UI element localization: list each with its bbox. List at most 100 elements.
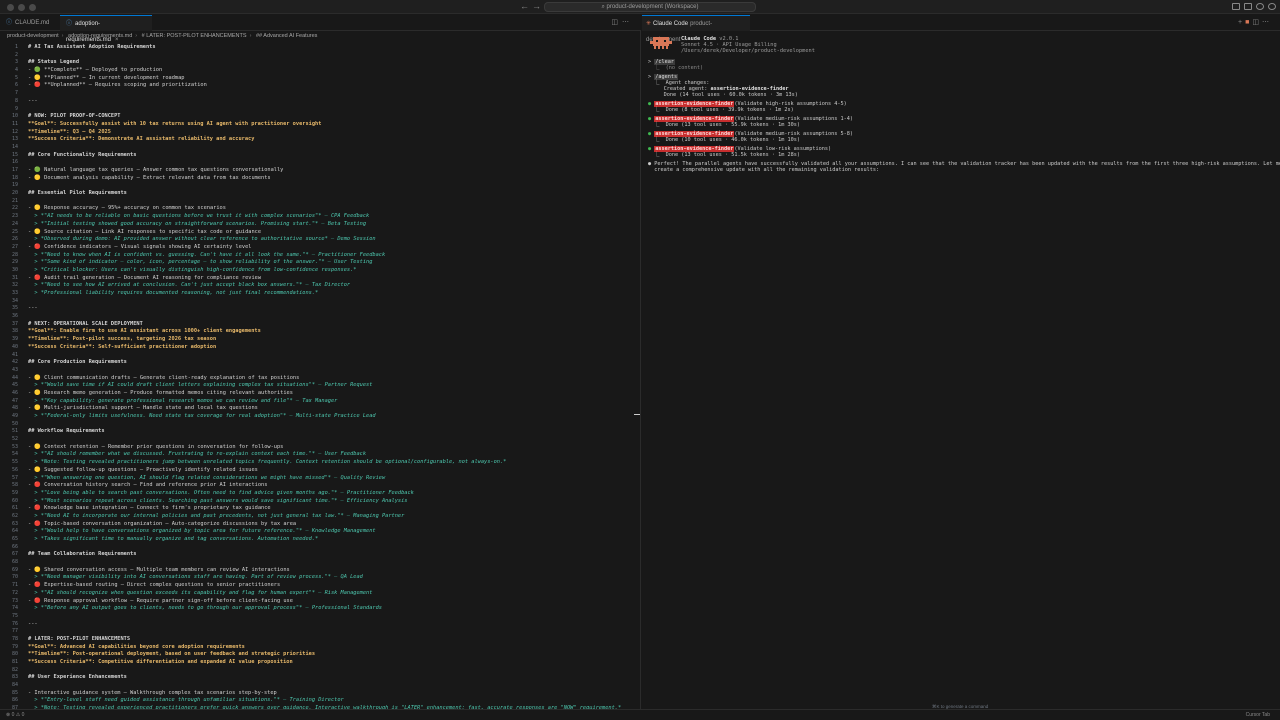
- editor-line[interactable]: 3 ## Status Legend: [0, 59, 641, 67]
- editor-line[interactable]: 7: [0, 90, 641, 98]
- breadcrumb-folder[interactable]: product-development: [7, 33, 59, 39]
- tab-claude-code[interactable]: ✳Claude Codeproduct-development×: [642, 15, 750, 43]
- breadcrumb-file[interactable]: adoption-requirements.md: [68, 33, 132, 39]
- editor-line[interactable]: 53 - 🟡 Context retention – Remember prior…: [0, 444, 641, 452]
- toggle-sidebar-icon[interactable]: [1244, 3, 1252, 10]
- scrollbar-marker[interactable]: [634, 414, 640, 415]
- editor-line[interactable]: 4 - 🟢 **Complete** – Deployed to producti…: [0, 67, 641, 75]
- editor-line[interactable]: 27 - 🔴 Confidence indicators – Visual sig…: [0, 244, 641, 252]
- editor-line[interactable]: 8 ---: [0, 98, 641, 106]
- editor-line[interactable]: 32 > *"Need to see how AI arrived at con…: [0, 282, 641, 290]
- editor-line[interactable]: 46 - 🟡 Research memo generation – Produce…: [0, 390, 641, 398]
- editor-line[interactable]: 71 - 🔴 Expertise-based routing – Direct c…: [0, 582, 641, 590]
- editor-line[interactable]: 75: [0, 613, 641, 621]
- editor-line[interactable]: 51 ## Workflow Requirements: [0, 428, 641, 436]
- editor-line[interactable]: 69 - 🟡 Shared conversation access – Multi…: [0, 567, 641, 575]
- editor-line[interactable]: 66: [0, 544, 641, 552]
- editor-line[interactable]: 12 **Timeline**: Q3 – Q4 2025: [0, 129, 641, 137]
- editor-line[interactable]: 28 > *"Need to know when AI is confident…: [0, 252, 641, 260]
- split-editor-icon[interactable]: ◫: [611, 19, 622, 26]
- editor-line[interactable]: 54 > *"AI should remember what we discus…: [0, 451, 641, 459]
- editor-line[interactable]: 6 - 🔴 **Unplanned** – Requires scoping an…: [0, 82, 641, 90]
- editor-line[interactable]: 22 - 🟡 Response accuracy – 95%+ accuracy …: [0, 205, 641, 213]
- editor-line[interactable]: 35 ---: [0, 305, 641, 313]
- editor-line[interactable]: 25 - 🟡 Source citation – Link AI response…: [0, 229, 641, 237]
- editor-line[interactable]: 45 > *"Would save time if AI could draft…: [0, 382, 641, 390]
- zoom-window-button[interactable]: [29, 4, 36, 11]
- editor-line[interactable]: 50: [0, 421, 641, 429]
- cursor-tab-status[interactable]: Cursor Tab: [1246, 710, 1270, 720]
- editor-line[interactable]: 24 > *"Initial testing showed good accur…: [0, 221, 641, 229]
- editor-line[interactable]: 56 - 🟡 Suggested follow-up questions – Pr…: [0, 467, 641, 475]
- more-actions-icon[interactable]: ⋯: [622, 19, 633, 26]
- forward-arrow-icon[interactable]: →: [532, 1, 541, 11]
- account-icon[interactable]: [1268, 3, 1276, 10]
- editor-line[interactable]: 40 **Success Criteria**: Self-sufficient …: [0, 344, 641, 352]
- editor-line[interactable]: 80 **Timeline**: Post-operational deploym…: [0, 651, 641, 659]
- editor-line[interactable]: 39 **Timeline**: Post-pilot success, targ…: [0, 336, 641, 344]
- editor-line[interactable]: 44 - 🟡 Client communication drafts – Gene…: [0, 375, 641, 383]
- settings-gear-icon[interactable]: [1256, 3, 1264, 10]
- editor-line[interactable]: 74 > *"Before any AI output goes to clie…: [0, 605, 641, 613]
- tab-adoption-requirements[interactable]: ⓘ adoption-requirements.md ×: [60, 15, 152, 43]
- editor-line[interactable]: 33 > *Professional liability requires do…: [0, 290, 641, 298]
- editor-line[interactable]: 36: [0, 313, 641, 321]
- editor-line[interactable]: 41: [0, 352, 641, 360]
- editor-line[interactable]: 72 > *"AI should recognize when question…: [0, 590, 641, 598]
- problems-indicator[interactable]: ⊗ 0 ⚠ 0: [6, 710, 24, 720]
- editor-line[interactable]: 37 # NEXT: OPERATIONAL SCALE DEPLOYMENT: [0, 321, 641, 329]
- editor-line[interactable]: 78 # LATER: POST-PILOT ENHANCEMENTS: [0, 636, 641, 644]
- editor-line[interactable]: 11 **Goal**: Successfully assist with 10 …: [0, 121, 641, 129]
- code-editor[interactable]: 1 # AI Tax Assistant Adoption Requirement…: [0, 44, 641, 713]
- back-arrow-icon[interactable]: ←: [520, 1, 529, 11]
- editor-line[interactable]: 2: [0, 52, 641, 60]
- editor-line[interactable]: 55 > *Note: Testing revealed practitione…: [0, 459, 641, 467]
- editor-line[interactable]: 59 > *"Love being able to search past co…: [0, 490, 641, 498]
- editor-line[interactable]: 29 > *"Some kind of indicator – color, i…: [0, 259, 641, 267]
- editor-line[interactable]: 67 ## Team Collaboration Requirements: [0, 551, 641, 559]
- editor-line[interactable]: 49 > *"Federal-only limits usefulness. N…: [0, 413, 641, 421]
- editor-line[interactable]: 15 ## Core Functionality Requirements: [0, 152, 641, 160]
- command-center-search[interactable]: ⌕ product-development (Workspace): [544, 2, 756, 12]
- editor-line[interactable]: 68: [0, 559, 641, 567]
- editor-line[interactable]: 63 - 🔴 Topic-based conversation organizat…: [0, 521, 641, 529]
- breadcrumb-section[interactable]: # LATER: POST-PILOT ENHANCEMENTS: [142, 33, 247, 39]
- editor-line[interactable]: 85 - Interactive guidance system – Walkth…: [0, 690, 641, 698]
- editor-line[interactable]: 31 - 🔴 Audit trail generation – Document …: [0, 275, 641, 283]
- editor-line[interactable]: 48 - 🟡 Multi-jurisdictional support – Han…: [0, 405, 641, 413]
- editor-line[interactable]: 17 - 🟢 Natural language tax queries – Ans…: [0, 167, 641, 175]
- editor-line[interactable]: 18 - 🟡 Document analysis capability – Ext…: [0, 175, 641, 183]
- editor-line[interactable]: 73 - 🔴 Response approval workflow – Requi…: [0, 598, 641, 606]
- editor-line[interactable]: 13 **Success Criteria**: Demonstrate AI a…: [0, 136, 641, 144]
- editor-line[interactable]: 86 > *"Entry-level staff need guided ass…: [0, 697, 641, 705]
- editor-line[interactable]: 26 > *Observed during demo: AI provided …: [0, 236, 641, 244]
- editor-line[interactable]: 1 # AI Tax Assistant Adoption Requirement…: [0, 44, 641, 52]
- editor-line[interactable]: 14: [0, 144, 641, 152]
- editor-line[interactable]: 30 > *Critical blocker: Users can't visu…: [0, 267, 641, 275]
- editor-line[interactable]: 19: [0, 182, 641, 190]
- breadcrumb-subsection[interactable]: ## Advanced AI Features: [256, 33, 317, 39]
- editor-line[interactable]: 62 > *"Need AI to incorporate our intern…: [0, 513, 641, 521]
- editor-line[interactable]: 70 > *"Need manager visibility into AI c…: [0, 574, 641, 582]
- editor-line[interactable]: 42 ## Core Production Requirements: [0, 359, 641, 367]
- editor-line[interactable]: 77: [0, 628, 641, 636]
- editor-line[interactable]: 20 ## Essential Pilot Requirements: [0, 190, 641, 198]
- split-editor-icon[interactable]: ◫: [1252, 19, 1262, 26]
- editor-line[interactable]: 76 ---: [0, 621, 641, 629]
- editor-line[interactable]: 16: [0, 159, 641, 167]
- editor-line[interactable]: 58 - 🔴 Conversation history search – Find…: [0, 482, 641, 490]
- editor-line[interactable]: 65 > *Takes significant time to manually…: [0, 536, 641, 544]
- toggle-panel-icon[interactable]: [1232, 3, 1240, 10]
- editor-line[interactable]: 81 **Success Criteria**: Competitive diff…: [0, 659, 641, 667]
- minimize-window-button[interactable]: [18, 4, 25, 11]
- editor-line[interactable]: 43: [0, 367, 641, 375]
- editor-line[interactable]: 23 > *"AI needs to be reliable on basic …: [0, 213, 641, 221]
- more-actions-icon[interactable]: ⋯: [1262, 19, 1272, 26]
- editor-line[interactable]: 38 **Goal**: Enable firm to use AI assist…: [0, 328, 641, 336]
- editor-line[interactable]: 34: [0, 298, 641, 306]
- editor-line[interactable]: 10 # NOW: PILOT PROOF-OF-CONCEPT: [0, 113, 641, 121]
- editor-line[interactable]: 82: [0, 667, 641, 675]
- editor-line[interactable]: 52: [0, 436, 641, 444]
- close-window-button[interactable]: [7, 4, 14, 11]
- editor-line[interactable]: 64 > *"Would help to have conversations …: [0, 528, 641, 536]
